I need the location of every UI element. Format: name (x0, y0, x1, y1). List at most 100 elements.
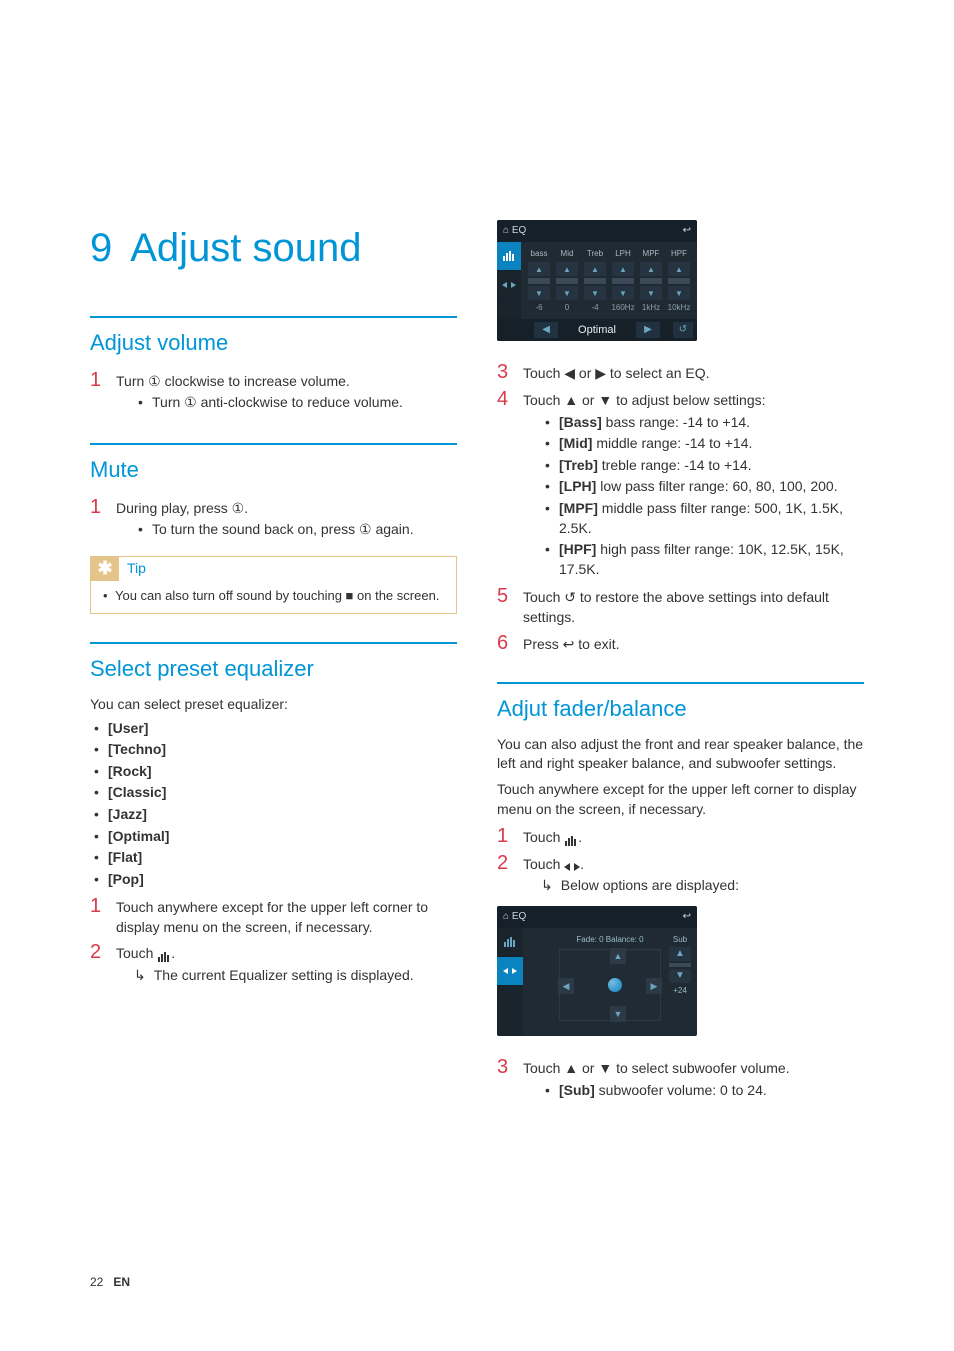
step: 6 Press ↩ to exit. (497, 632, 864, 655)
sub-step: [Sub] subwoofer volume: 0 to 24. (541, 1081, 864, 1101)
eq-col-label: bass (531, 248, 548, 259)
fader-balance-pad: ▲ ▼ ◀ ▶ (559, 949, 661, 1021)
balance-left-icon: ◀ (558, 978, 574, 994)
sub-step: [HPF] high pass filter range: 10K, 12.5K… (541, 540, 864, 579)
result-arrow-icon: ↳ (541, 876, 553, 896)
result-arrow-icon: ↳ (134, 966, 146, 986)
list-item: [Classic] (90, 783, 457, 803)
section-fader-balance: Adjut fader/balance (497, 694, 864, 725)
step-number: 6 (497, 632, 513, 654)
chapter-heading: 9 Adjust sound (90, 220, 457, 276)
eq-tab-icon (497, 928, 523, 957)
page-footer: 22 EN (90, 1274, 130, 1291)
step-number: 3 (497, 361, 513, 383)
list-item: [Flat] (90, 848, 457, 868)
step-text: Touch ◀ or ▶ to select an EQ. (523, 365, 710, 381)
list-item: [Pop] (90, 870, 457, 890)
step-number: 2 (90, 941, 106, 963)
eq-up-icon: ▲ (668, 262, 690, 276)
step-number: 1 (90, 895, 106, 917)
eq-bar (584, 278, 606, 284)
eq-down-icon: ▼ (668, 286, 690, 300)
step-text: Touch . (523, 856, 584, 872)
eq-col-value: 0 (565, 302, 569, 313)
eq-column: bass▲▼-6 (527, 248, 551, 313)
list-item: [Optimal] (90, 827, 457, 847)
step: 2 Touch . ↳ The current Equalizer settin… (90, 941, 457, 985)
step: 4 Touch ▲ or ▼ to adjust below settings:… (497, 388, 864, 581)
equalizer-icon (157, 946, 171, 966)
next-preset-icon: ▶ (636, 322, 660, 338)
eq-bar (556, 278, 578, 284)
list-item: [User] (90, 719, 457, 739)
eq-col-label: Mid (561, 248, 574, 259)
step: 3 Touch ▲ or ▼ to select subwoofer volum… (497, 1056, 864, 1102)
sub-down-icon: ▼ (669, 969, 691, 983)
step: 5 Touch ↺ to restore the above settings … (497, 585, 864, 627)
device-screenshot-balance: ⌂ EQ ↩ Fade: 0 Balance: 0 (497, 906, 697, 1036)
eq-down-icon: ▼ (640, 286, 662, 300)
step: 1 Turn ① clockwise to increase volume. T… (90, 369, 457, 415)
section-rule (90, 316, 457, 318)
eq-col-value: -6 (535, 302, 542, 313)
sub-value: +24 (673, 985, 687, 996)
step-text: Touch anywhere except for the upper left… (116, 899, 428, 935)
back-icon: ↩ (683, 910, 691, 924)
section-adjust-volume: Adjust volume (90, 328, 457, 359)
step-text: Touch ↺ to restore the above settings in… (523, 589, 829, 625)
reset-icon: ↺ (673, 322, 693, 338)
section-preset-eq: Select preset equalizer (90, 654, 457, 685)
list-item: [Rock] (90, 762, 457, 782)
eq-down-icon: ▼ (612, 286, 634, 300)
section-rule (90, 443, 457, 445)
sub-label: Sub (673, 934, 687, 945)
step-text: Touch . (523, 829, 582, 845)
step-number: 3 (497, 1056, 513, 1078)
chapter-number: 9 (90, 220, 112, 276)
eq-column: MPF▲▼1kHz (639, 248, 663, 313)
back-icon: ↩ (683, 224, 691, 238)
eq-col-value: 1kHz (642, 302, 660, 313)
eq-bar (640, 278, 662, 284)
eq-bar (612, 278, 634, 284)
fader-up-icon: ▲ (610, 948, 626, 964)
eq-preset-name: Optimal (578, 323, 616, 338)
balance-tab-icon (497, 271, 521, 300)
section-rule (90, 642, 457, 644)
eq-col-value: -4 (591, 302, 598, 313)
step: 1 Touch anywhere except for the upper le… (90, 895, 457, 937)
sub-step: [LPH] low pass filter range: 60, 80, 100… (541, 477, 864, 497)
sub-step: To turn the sound back on, press ① again… (134, 520, 457, 540)
list-item: [Jazz] (90, 805, 457, 825)
eq-up-icon: ▲ (584, 262, 606, 276)
step-text: Touch ▲ or ▼ to select subwoofer volume. (523, 1060, 790, 1076)
prev-preset-icon: ◀ (534, 322, 558, 338)
sub-step: Turn ① anti-clockwise to reduce volume. (134, 393, 457, 413)
page-language: EN (113, 1274, 130, 1291)
step-number: 1 (90, 496, 106, 518)
eq-col-value: 160Hz (611, 302, 634, 313)
eq-column: HPF▲▼10kHz (667, 248, 691, 313)
step-text: Touch ▲ or ▼ to adjust below settings: (523, 392, 766, 408)
step-number: 1 (497, 825, 513, 847)
eq-col-label: HPF (671, 248, 687, 259)
eq-bar (528, 278, 550, 284)
step-result: Below options are displayed: (561, 876, 739, 896)
fader-down-icon: ▼ (610, 1006, 626, 1022)
ds-breadcrumb: ⌂ EQ (503, 224, 526, 238)
step: 1 Touch . (497, 825, 864, 848)
eq-column: Mid▲▼0 (555, 248, 579, 313)
eq-up-icon: ▲ (556, 262, 578, 276)
eq-column: Treb▲▼-4 (583, 248, 607, 313)
step-text: Touch . (116, 945, 175, 961)
balance-tab-icon (497, 957, 523, 986)
sub-step: [Treb] treble range: -14 to +14. (541, 456, 864, 476)
sub-up-icon: ▲ (669, 947, 691, 961)
section-rule (497, 682, 864, 684)
eq-up-icon: ▲ (612, 262, 634, 276)
tip-label: Tip (127, 559, 146, 579)
sub-step: [Mid] middle range: -14 to +14. (541, 434, 864, 454)
fader-intro-2: Touch anywhere except for the upper left… (497, 780, 864, 819)
section-mute: Mute (90, 455, 457, 486)
step-text: Turn ① clockwise to increase volume. (116, 373, 350, 389)
